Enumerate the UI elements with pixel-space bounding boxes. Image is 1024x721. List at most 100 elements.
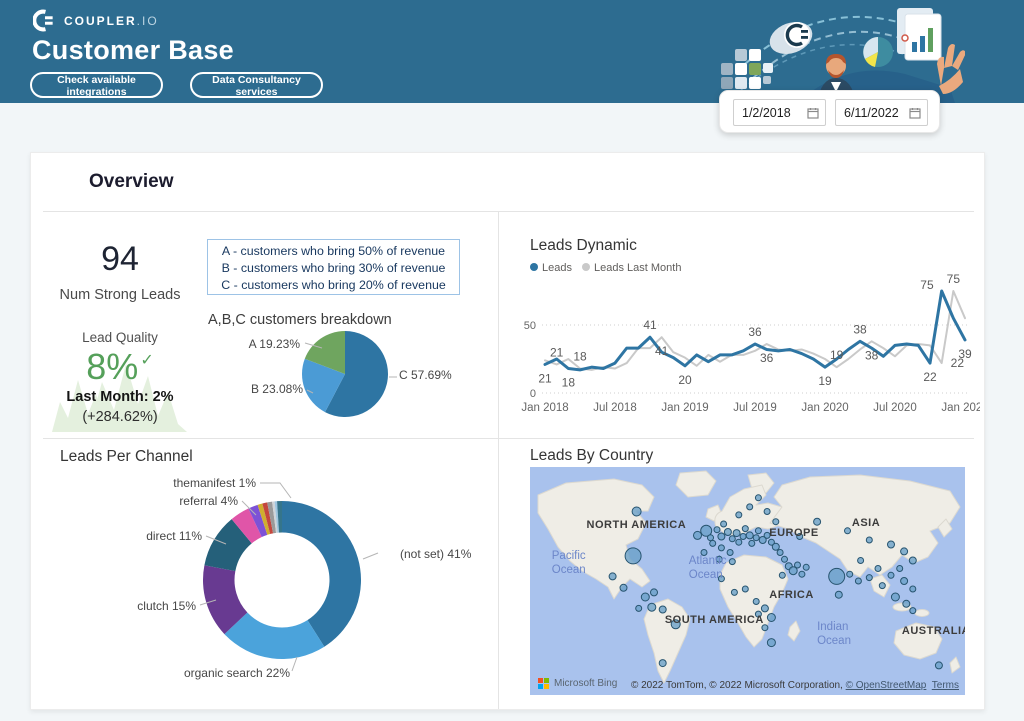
data-label: 41 xyxy=(655,344,669,358)
map-bubble xyxy=(910,608,916,614)
map-bubble xyxy=(731,589,737,595)
map-bubble xyxy=(858,558,864,564)
map-bubble xyxy=(641,593,649,601)
calendar-icon[interactable] xyxy=(909,107,921,119)
terms-link[interactable]: Terms xyxy=(932,680,959,691)
brand: COUPLER.IO xyxy=(33,9,159,32)
leads-dynamic-chart: 050Jan 2018Jul 2018Jan 2019Jul 2019Jan 2… xyxy=(520,230,980,415)
map-bubble xyxy=(742,586,748,592)
x-axis-label: Jan 2021 xyxy=(941,402,980,414)
data-label: 38 xyxy=(865,348,879,362)
data-label: 21 xyxy=(538,371,552,385)
map-label-australia: AUSTRALIA xyxy=(902,625,965,637)
map-bubble xyxy=(727,550,733,556)
map-bubble xyxy=(888,572,894,578)
leads-by-country-title: Leads By Country xyxy=(530,447,653,465)
map-bubble xyxy=(799,571,805,577)
abc-legend-line: A - customers who bring 50% of revenue xyxy=(208,243,459,260)
pie-label-a: A 19.23% xyxy=(190,337,300,351)
donut-label-themanifest: themanifest 1% xyxy=(120,476,256,490)
microsoft-logo-icon xyxy=(538,678,549,689)
map-label-africa: AFRICA xyxy=(769,589,814,601)
calendar-icon[interactable] xyxy=(807,107,819,119)
donut-label-not-set: (not set) 41% xyxy=(400,547,471,561)
abc-legend-line: B - customers who bring 30% of revenue xyxy=(208,260,459,277)
map-bubble xyxy=(753,535,759,541)
start-date-input[interactable]: 1/2/2018 xyxy=(733,99,826,126)
map-bubble xyxy=(782,556,788,562)
map-bubble xyxy=(746,532,753,539)
abc-legend-line: C - customers who bring 20% of revenue xyxy=(208,277,459,294)
map-bubble xyxy=(767,639,775,647)
map-bubble xyxy=(909,557,916,564)
section-title: Overview xyxy=(89,171,174,193)
map-bubble xyxy=(866,575,872,581)
map-bubble xyxy=(747,504,753,510)
data-label: 36 xyxy=(760,351,774,365)
donut-label-direct: direct 11% xyxy=(100,529,202,543)
lead-quality-last-month: Last Month: 2% xyxy=(40,389,200,405)
map-bubble xyxy=(935,662,942,669)
check-icon: ✓ xyxy=(140,352,153,369)
brand-name: COUPLER.IO xyxy=(64,14,159,28)
map-bubble xyxy=(903,600,910,607)
mosaic-squares xyxy=(721,49,773,89)
abc-legend-box: A - customers who bring 50% of revenue B… xyxy=(207,239,460,295)
pie-label-b: B 23.08% xyxy=(193,382,303,396)
map-label-asia: ASIA xyxy=(852,517,880,529)
map-bubble xyxy=(888,541,895,548)
x-axis-label: Jan 2019 xyxy=(661,402,708,414)
provider-name: Microsoft Bing xyxy=(554,678,617,689)
data-consultancy-button[interactable]: Data Consultancy services xyxy=(190,72,323,98)
data-label: 36 xyxy=(748,325,762,339)
map-bubble xyxy=(620,584,627,591)
map-bubble xyxy=(772,543,779,550)
map-bubble xyxy=(891,593,899,601)
map-bubble xyxy=(718,533,725,540)
lead-quality-change: (+284.62%) xyxy=(40,409,200,425)
map-bubble xyxy=(879,583,885,589)
data-label: 19 xyxy=(830,348,844,362)
x-axis-label: Jan 2020 xyxy=(801,402,848,414)
map-bubble xyxy=(875,566,881,572)
map-bubble xyxy=(636,605,642,611)
map-bubble xyxy=(708,535,714,541)
map-bubble xyxy=(625,548,641,564)
map-bubble xyxy=(718,545,724,551)
map-bubble xyxy=(736,512,742,518)
map-bubble xyxy=(753,599,759,605)
map-copyright: © 2022 TomTom, © 2022 Microsoft Corporat… xyxy=(631,680,959,691)
header-illustration xyxy=(705,2,965,103)
openstreetmap-link[interactable]: © OpenStreetMap xyxy=(846,680,927,691)
map-bubble xyxy=(814,518,821,525)
report-doc-icon xyxy=(897,8,941,60)
map-bubble xyxy=(724,529,731,536)
start-date-value: 1/2/2018 xyxy=(742,106,791,120)
map-label-europe: EUROPE xyxy=(769,527,818,539)
map-bubble xyxy=(755,495,761,501)
check-integrations-button[interactable]: Check available integrations xyxy=(30,72,163,98)
world-map: NORTH AMERICA EUROPE ASIA AFRICA SOUTH A… xyxy=(530,467,965,695)
divider xyxy=(43,438,974,439)
map-bubble xyxy=(910,586,916,592)
map-bubble xyxy=(829,568,845,584)
data-label: 75 xyxy=(947,272,961,286)
map-bubble xyxy=(777,550,783,556)
end-date-input[interactable]: 6/11/2022 xyxy=(835,99,928,126)
lead-quality-value: 8%✓ xyxy=(40,346,200,388)
bing-attribution: Microsoft Bing xyxy=(538,678,617,689)
dashboard: COUPLER.IO Customer Base Check available… xyxy=(0,0,1024,721)
data-label: 38 xyxy=(853,322,867,336)
map-bubble xyxy=(632,507,641,516)
lead-quality-title: Lead Quality xyxy=(58,330,182,345)
map-bubble xyxy=(694,531,702,539)
map-bubble xyxy=(755,528,761,534)
divider xyxy=(43,211,974,212)
map-bubble xyxy=(855,578,861,584)
map-bubble xyxy=(803,564,809,570)
coupler-badge-icon xyxy=(765,16,817,59)
data-label: 21 xyxy=(550,345,564,359)
map-bubble xyxy=(901,548,908,555)
map-bubble xyxy=(845,528,851,534)
data-label: 20 xyxy=(678,373,692,387)
